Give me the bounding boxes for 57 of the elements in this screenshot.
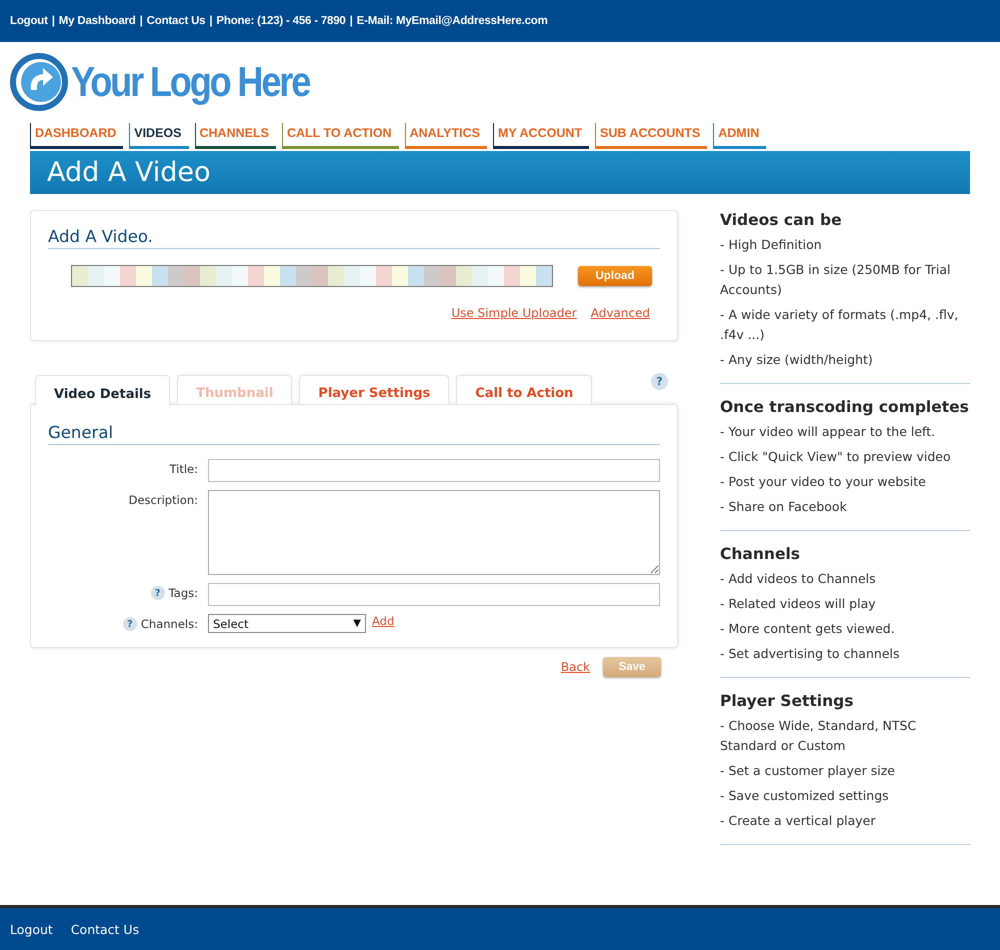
uploader-link[interactable]: Advanced bbox=[590, 306, 650, 320]
section-heading: Add A Video. bbox=[48, 227, 660, 249]
footer-link[interactable]: Contact Us bbox=[70, 922, 140, 936]
sidebar-text: - Up to 1.5GB in size (250MB for Trial Accounts) bbox=[720, 261, 952, 299]
upload-drop-bar[interactable] bbox=[71, 265, 553, 287]
section-heading: General bbox=[48, 423, 660, 445]
caret-icon: ▼ bbox=[353, 618, 361, 629]
sidebar-text: - Your video will appear to the left. bbox=[720, 423, 936, 441]
sidebar-text: - A wide variety of formats (.mp4, .flv, .f4v ...) bbox=[720, 306, 960, 344]
sidebar-text: - More content gets viewed. bbox=[720, 620, 896, 638]
header-link[interactable]: Logout bbox=[10, 15, 48, 27]
separator: | bbox=[52, 15, 55, 27]
uploader-link[interactable]: Use Simple Uploader bbox=[451, 306, 577, 320]
header-link[interactable]: Contact Us bbox=[146, 15, 206, 27]
help-icon[interactable]: ? bbox=[122, 617, 137, 631]
upload-button[interactable]: Upload bbox=[578, 266, 652, 286]
sidebar-text: - Create a vertical player bbox=[720, 812, 876, 830]
sidebar-heading: Videos can be bbox=[720, 211, 843, 229]
field-label: Tags: bbox=[168, 586, 198, 600]
sidebar-heading: Channels bbox=[720, 545, 801, 563]
separator: | bbox=[209, 15, 212, 27]
text-field[interactable] bbox=[208, 459, 660, 482]
sidebar-text: - Share on Facebook bbox=[720, 498, 848, 516]
sidebar-text: - High Definition bbox=[720, 236, 823, 254]
field-label: Channels: bbox=[140, 617, 198, 631]
sidebar-heading: Once transcoding completes bbox=[720, 398, 970, 416]
separator: | bbox=[350, 15, 353, 27]
sidebar-text: - Set advertising to channels bbox=[720, 645, 900, 663]
contact-text: E-Mail: MyEmail@AddressHere.com bbox=[356, 15, 548, 27]
sidebar-text: - Any size (width/height) bbox=[720, 351, 874, 369]
sidebar-text: - Click "Quick View" to preview video bbox=[720, 448, 952, 466]
logo-text: Your Logo Here bbox=[71, 58, 310, 106]
add-link[interactable]: Add bbox=[372, 614, 394, 628]
contact-text: Phone: (123) - 456 - 7890 bbox=[216, 15, 346, 27]
header-link[interactable]: My Dashboard bbox=[58, 15, 136, 27]
sidebar-text: - Add videos to Channels bbox=[720, 570, 877, 588]
help-icon[interactable]: ? bbox=[651, 373, 668, 390]
footer-link[interactable]: Logout bbox=[10, 922, 53, 936]
description-field[interactable] bbox=[208, 490, 660, 575]
field-label: Description: bbox=[128, 493, 198, 507]
channels-dropdown[interactable]: Select ▼ bbox=[208, 614, 366, 633]
help-icon[interactable]: ? bbox=[150, 586, 165, 600]
separator: | bbox=[140, 15, 143, 27]
sidebar-text: - Related videos will play bbox=[720, 595, 877, 613]
back-link[interactable]: Back bbox=[560, 660, 590, 674]
sidebar-text: - Post your video to your website bbox=[720, 473, 927, 491]
form-tab[interactable]: Player Settings bbox=[299, 375, 450, 404]
sidebar-text: - Set a customer player size bbox=[720, 762, 896, 780]
logo-icon bbox=[9, 52, 69, 112]
form-tab[interactable]: Call to Action bbox=[456, 375, 592, 404]
field-label: Title: bbox=[169, 462, 198, 476]
form-tab[interactable]: Video Details bbox=[35, 375, 170, 406]
text-field[interactable] bbox=[208, 583, 660, 606]
sidebar-text: - Choose Wide, Standard, NTSC Standard or Custom bbox=[720, 717, 918, 755]
sidebar-heading: Player Settings bbox=[720, 692, 854, 710]
sidebar-text: - Save customized settings bbox=[720, 787, 890, 805]
page-title: Add A Video bbox=[47, 157, 211, 188]
